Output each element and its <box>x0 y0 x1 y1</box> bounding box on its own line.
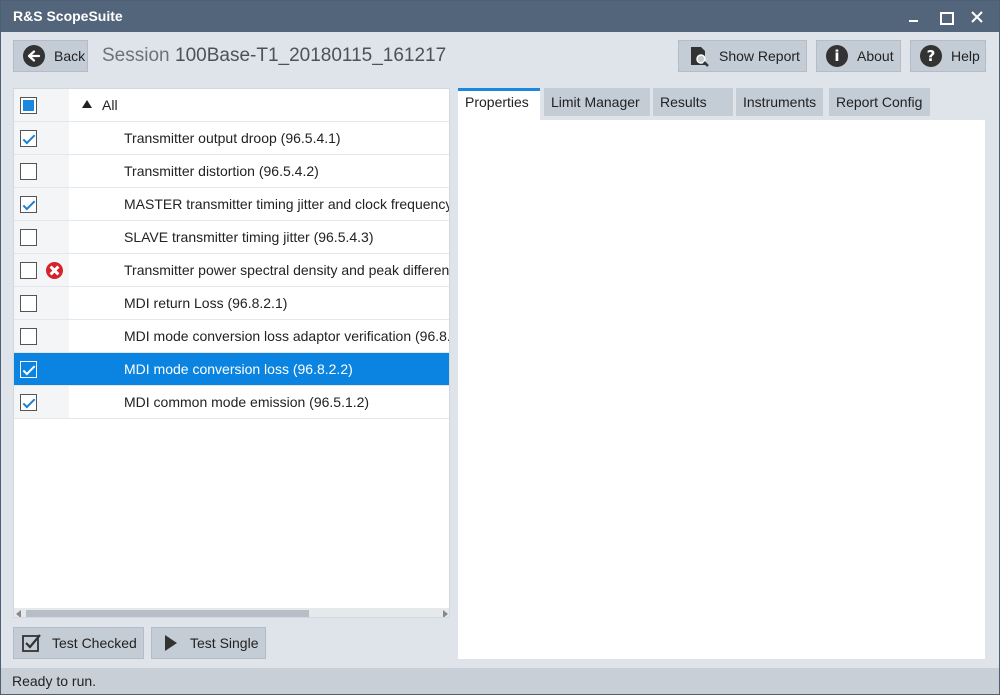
help-button[interactable]: ? Help <box>910 40 986 72</box>
test-row[interactable]: Transmitter power spectral density and p… <box>14 254 450 287</box>
test-row[interactable]: MDI return Loss (96.8.2.1) <box>14 287 449 320</box>
info-icon: i <box>826 45 848 67</box>
test-checked-button[interactable]: Test Checked <box>13 627 144 659</box>
tab-properties[interactable]: Properties <box>458 88 540 120</box>
row-check-cell <box>14 386 69 418</box>
row-check-cell <box>14 353 69 385</box>
test-single-button[interactable]: Test Single <box>151 627 266 659</box>
test-label: Transmitter power spectral density and p… <box>124 262 450 278</box>
row-check-cell <box>14 254 69 286</box>
test-label: MASTER transmitter timing jitter and clo… <box>124 196 450 212</box>
test-single-label: Test Single <box>190 635 259 651</box>
scroll-left-icon[interactable] <box>16 610 21 617</box>
window-title: R&S ScopeSuite <box>13 8 123 24</box>
about-label: About <box>857 48 894 64</box>
test-label: MDI common mode emission (96.5.1.2) <box>124 394 370 410</box>
scrollbar-thumb[interactable] <box>26 610 309 617</box>
row-check-cell <box>14 122 69 154</box>
test-checkbox[interactable] <box>20 394 37 411</box>
close-icon <box>971 11 983 23</box>
test-label: SLAVE transmitter timing jitter (96.5.4.… <box>124 229 374 245</box>
help-label: Help <box>951 48 980 64</box>
close-button[interactable] <box>960 1 994 32</box>
test-row[interactable]: MASTER transmitter timing jitter and clo… <box>14 188 450 221</box>
app-window: R&S ScopeSuite Back Session 100Base-T1_2… <box>0 0 1000 695</box>
back-button[interactable]: Back <box>13 40 88 72</box>
row-check-cell <box>14 320 69 352</box>
test-label: Transmitter output droop (96.5.4.1) <box>124 130 341 146</box>
test-checkbox[interactable] <box>20 328 37 345</box>
test-row[interactable]: Transmitter distortion (96.5.4.2) <box>14 155 449 188</box>
about-button[interactable]: i About <box>816 40 901 72</box>
test-row-selected[interactable]: MDI mode conversion loss (96.8.2.2) <box>14 353 449 386</box>
scroll-right-icon[interactable] <box>443 610 448 617</box>
minimize-button[interactable] <box>896 1 930 32</box>
tab-instruments[interactable]: Instruments <box>736 88 823 116</box>
play-icon <box>160 633 180 653</box>
collapse-caret-icon[interactable] <box>82 100 92 108</box>
back-label: Back <box>54 48 86 64</box>
error-icon <box>46 262 63 279</box>
test-checkbox[interactable] <box>20 163 37 180</box>
show-report-button[interactable]: Show Report <box>678 40 807 72</box>
row-check-cell <box>14 188 69 220</box>
tree-row-all[interactable]: All <box>14 89 449 122</box>
test-checkbox[interactable] <box>20 295 37 312</box>
back-arrow-icon <box>23 45 45 67</box>
tab-limit-manager[interactable]: Limit Manager <box>544 88 650 116</box>
test-checkbox[interactable] <box>20 196 37 213</box>
show-report-label: Show Report <box>719 48 800 64</box>
horizontal-scrollbar[interactable] <box>14 608 449 617</box>
status-text: Ready to run. <box>12 673 97 689</box>
test-row[interactable]: MDI common mode emission (96.5.1.2) <box>14 386 449 419</box>
session-label: Session <box>102 45 170 66</box>
maximize-button[interactable] <box>928 1 962 32</box>
test-label: Transmitter distortion (96.5.4.2) <box>124 163 319 179</box>
test-list-panel: All Transmitter output droop (96.5.4.1) … <box>13 88 450 618</box>
test-label: MDI return Loss (96.8.2.1) <box>124 295 288 311</box>
row-check-cell <box>14 155 69 187</box>
checked-box-icon <box>22 633 42 653</box>
row-check-cell <box>14 221 69 253</box>
test-row[interactable]: Transmitter output droop (96.5.4.1) <box>14 122 449 155</box>
tab-results[interactable]: Results <box>653 88 733 116</box>
test-checkbox[interactable] <box>20 361 37 378</box>
tab-report-config[interactable]: Report Config <box>829 88 930 116</box>
row-check-cell <box>14 287 69 319</box>
help-icon: ? <box>920 45 942 67</box>
select-all-checkbox[interactable] <box>20 97 37 114</box>
session-name: 100Base-T1_20180115_161217 <box>175 45 447 66</box>
test-checkbox[interactable] <box>20 262 37 279</box>
properties-content <box>458 120 985 659</box>
title-bar[interactable]: R&S ScopeSuite <box>1 1 999 32</box>
test-checkbox[interactable] <box>20 130 37 147</box>
status-bar: Ready to run. <box>1 668 999 694</box>
test-checked-label: Test Checked <box>52 635 137 651</box>
test-checkbox[interactable] <box>20 229 37 246</box>
test-label: MDI mode conversion loss (96.8.2.2) <box>124 361 353 377</box>
all-label: All <box>102 97 118 113</box>
header-toolbar: Back Session 100Base-T1_20180115_161217 … <box>1 32 999 80</box>
test-label: MDI mode conversion loss adaptor verific… <box>124 328 450 344</box>
report-search-icon <box>688 45 710 67</box>
row-check-cell <box>14 89 69 121</box>
test-row[interactable]: MDI mode conversion loss adaptor verific… <box>14 320 450 353</box>
test-row[interactable]: SLAVE transmitter timing jitter (96.5.4.… <box>14 221 449 254</box>
